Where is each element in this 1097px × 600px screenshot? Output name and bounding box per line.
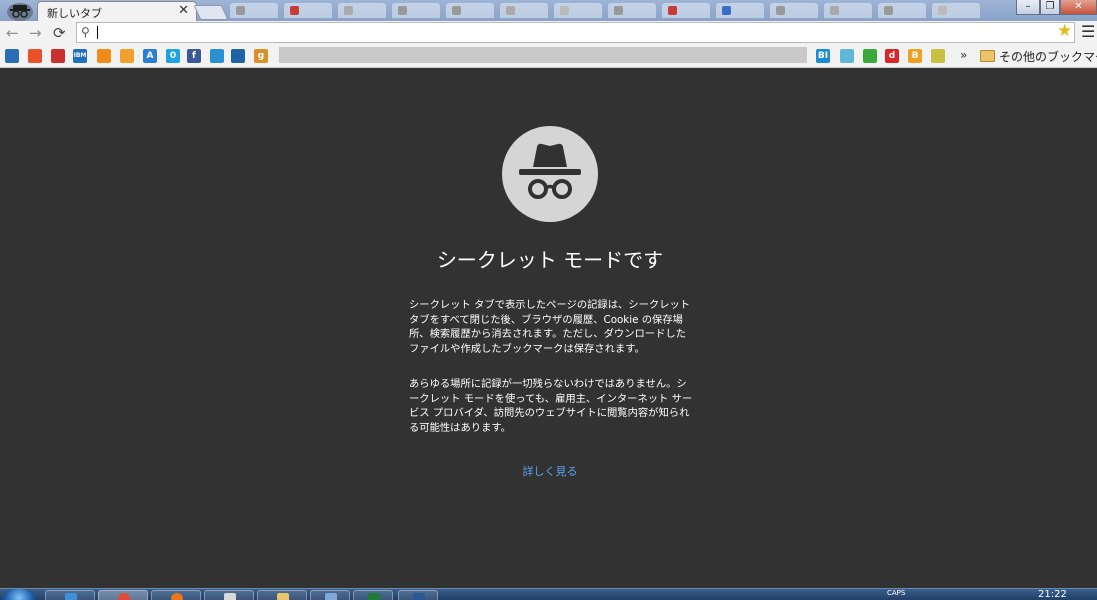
firefox-icon bbox=[171, 593, 183, 600]
bookmark-icon-7[interactable]: A bbox=[143, 49, 157, 63]
background-tab[interactable] bbox=[608, 3, 656, 18]
bookmark-star-icon[interactable]: ★ bbox=[1057, 21, 1072, 41]
incognito-description-2: あらゆる場所に記録が一切残らないわけではありません。シークレット モードを使って… bbox=[409, 378, 693, 435]
back-button[interactable]: ← bbox=[6, 24, 19, 42]
background-tab[interactable] bbox=[392, 3, 440, 18]
background-tab[interactable] bbox=[284, 3, 332, 18]
address-input[interactable] bbox=[97, 23, 1061, 44]
taskbar-chrome[interactable] bbox=[98, 590, 148, 600]
windows-taskbar: CAPS 21:22 bbox=[0, 588, 1097, 600]
bookmark-icon-r2[interactable] bbox=[840, 49, 854, 63]
bookmark-icon-11[interactable] bbox=[231, 49, 245, 63]
background-tab[interactable] bbox=[716, 3, 764, 18]
taskbar-excel[interactable] bbox=[353, 590, 393, 600]
bookmarks-bar: » その他のブックマーク IBM A0f g BI dB bbox=[0, 45, 1097, 68]
bookmark-icon-3[interactable] bbox=[51, 49, 65, 63]
taskbar-app[interactable] bbox=[204, 590, 254, 600]
app-icon bbox=[224, 593, 236, 600]
bookmark-icon-1[interactable] bbox=[5, 49, 19, 63]
bookmark-icon-2[interactable] bbox=[28, 49, 42, 63]
incognito-page: シークレット モードです シークレット タブで表示したページの記録は、シークレッ… bbox=[0, 68, 1097, 588]
minimize-button[interactable]: – bbox=[1016, 0, 1040, 15]
taskbar-explorer[interactable] bbox=[257, 590, 307, 600]
chrome-menu-button[interactable]: ☰ bbox=[1081, 22, 1095, 41]
background-tab[interactable] bbox=[770, 3, 818, 18]
bookmark-icon-r6[interactable] bbox=[931, 49, 945, 63]
evernote-icon[interactable] bbox=[863, 49, 877, 63]
toolbar: ← → ⟳ ⚲ ★ ☰ bbox=[0, 21, 1097, 45]
bookmark-icon-8[interactable]: 0 bbox=[166, 49, 180, 63]
incognito-icon bbox=[502, 126, 598, 222]
address-bar[interactable]: ⚲ bbox=[76, 22, 1075, 44]
tab-new-tab[interactable]: 新しいタブ ✕ bbox=[37, 1, 197, 21]
bookmark-icon-6[interactable] bbox=[120, 49, 134, 63]
background-tab[interactable] bbox=[878, 3, 926, 18]
background-tab[interactable] bbox=[338, 3, 386, 18]
page-heading: シークレット モードです bbox=[436, 248, 664, 272]
learn-more-link[interactable]: 詳しく見る bbox=[450, 463, 650, 479]
background-tab[interactable] bbox=[500, 3, 548, 18]
incognito-description-1: シークレット タブで表示したページの記録は、シークレット タブをすべて閉じた後、… bbox=[409, 299, 691, 356]
taskbar-clock[interactable]: 21:22 bbox=[1038, 589, 1067, 600]
excel-icon bbox=[368, 593, 380, 600]
tab-close-icon[interactable]: ✕ bbox=[178, 3, 189, 18]
incognito-badge-icon bbox=[4, 1, 36, 21]
caps-indicator: CAPS bbox=[887, 589, 906, 597]
taskbar-app[interactable] bbox=[310, 590, 350, 600]
facebook-icon[interactable]: f bbox=[187, 49, 201, 63]
blurred-bookmarks bbox=[279, 47, 807, 63]
ie-icon bbox=[65, 593, 77, 600]
chrome-icon bbox=[118, 593, 130, 600]
bookmark-icon-12[interactable]: g bbox=[254, 49, 268, 63]
title-bar: 新しいタブ ✕ – ❐ ✕ bbox=[0, 0, 1097, 21]
background-tab[interactable] bbox=[230, 3, 278, 18]
word-icon bbox=[413, 593, 425, 600]
app-icon bbox=[325, 593, 337, 600]
start-button[interactable] bbox=[2, 589, 36, 600]
background-tabs bbox=[230, 3, 1010, 19]
background-tab[interactable] bbox=[554, 3, 602, 18]
forward-button[interactable]: → bbox=[29, 24, 42, 42]
folder-icon bbox=[980, 50, 995, 62]
background-tab[interactable] bbox=[824, 3, 872, 18]
reload-button[interactable]: ⟳ bbox=[53, 24, 66, 42]
system-tray: CAPS bbox=[757, 589, 1027, 600]
text-caret bbox=[97, 26, 98, 39]
other-bookmarks-label: その他のブックマーク bbox=[999, 50, 1097, 64]
ibm-icon[interactable]: IBM bbox=[73, 49, 87, 63]
background-tab[interactable] bbox=[662, 3, 710, 18]
folder-icon bbox=[277, 593, 289, 600]
close-window-button[interactable]: ✕ bbox=[1060, 0, 1097, 15]
bookmarks-overflow-button[interactable]: » bbox=[960, 48, 967, 62]
background-tab[interactable] bbox=[932, 3, 980, 18]
b-icon[interactable]: B bbox=[908, 49, 922, 63]
maximize-button[interactable]: ❐ bbox=[1040, 0, 1060, 15]
taskbar-word[interactable] bbox=[398, 590, 438, 600]
new-tab-button[interactable] bbox=[193, 5, 229, 20]
bookmark-icon-5[interactable] bbox=[97, 49, 111, 63]
other-bookmarks-folder[interactable]: その他のブックマーク bbox=[980, 48, 1097, 64]
bi-icon[interactable]: BI bbox=[816, 49, 830, 63]
bookmark-icon-10[interactable] bbox=[210, 49, 224, 63]
background-tab[interactable] bbox=[446, 3, 494, 18]
search-icon: ⚲ bbox=[81, 25, 90, 39]
taskbar-firefox[interactable] bbox=[151, 590, 201, 600]
tab-title: 新しいタブ bbox=[47, 7, 102, 20]
taskbar-ie[interactable] bbox=[45, 590, 95, 600]
d-icon[interactable]: d bbox=[885, 49, 899, 63]
